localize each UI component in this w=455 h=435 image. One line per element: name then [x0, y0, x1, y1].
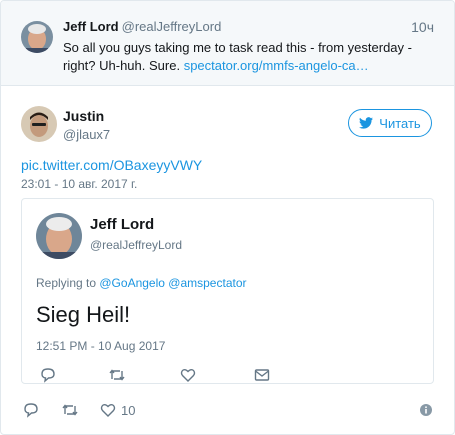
tweet-link[interactable]: spectator.org/mmfs-angelo-ca… — [184, 58, 369, 73]
tweet-timestamp[interactable]: 10ч — [411, 19, 434, 35]
retweet-icon — [109, 369, 125, 381]
replying-prefix: Replying to — [36, 276, 100, 290]
message-icon — [254, 369, 270, 381]
reply-icon[interactable] — [23, 402, 39, 418]
heart-icon — [180, 369, 196, 382]
author-name[interactable]: Justin — [63, 108, 104, 124]
follow-label: Читать — [379, 115, 421, 131]
avatar — [36, 213, 82, 259]
replying-to: Replying to @GoAngelo @amspectator — [36, 276, 247, 290]
quoted-tweet-image[interactable]: Jeff Lord @realJeffreyLord Replying to @… — [21, 198, 434, 384]
author-handle[interactable]: @jlaux7 — [63, 127, 110, 142]
quoted-author-handle: @realJeffreyLord — [90, 238, 183, 252]
like-icon[interactable] — [100, 402, 116, 418]
author-name[interactable]: Jeff Lord — [63, 19, 119, 34]
quoted-action-bar — [36, 367, 416, 385]
tweet-media-link[interactable]: pic.twitter.com/OBaxeyyVWY — [21, 157, 202, 173]
like-count[interactable]: 10 — [121, 403, 135, 418]
quoted-author-name: Jeff Lord — [90, 216, 155, 233]
author-handle[interactable]: @realJeffreyLord — [122, 19, 222, 34]
retweet-icon[interactable] — [61, 402, 79, 418]
follow-button[interactable]: Читать — [348, 109, 432, 137]
mention: @amspectator — [168, 276, 247, 290]
parent-tweet-header: Jeff Lord @realJeffreyLord — [63, 19, 221, 34]
embedded-tweet-widget: Jeff Lord @realJeffreyLord 10ч So all you… — [0, 0, 455, 435]
tweet-action-bar: 10 — [21, 401, 434, 421]
reply-icon — [41, 368, 55, 383]
avatar[interactable] — [21, 106, 57, 142]
parent-tweet-text: So all you guys taking me to task read t… — [63, 39, 423, 75]
mention: @GoAngelo — [99, 276, 165, 290]
info-icon[interactable] — [420, 404, 432, 416]
quoted-tweet-date: 12:51 PM - 10 Aug 2017 — [36, 339, 166, 353]
parent-tweet[interactable]: Jeff Lord @realJeffreyLord 10ч So all you… — [1, 1, 454, 86]
twitter-bird-icon — [359, 117, 374, 129]
avatar[interactable] — [21, 21, 53, 53]
quoted-tweet-text: Sieg Heil! — [36, 302, 131, 327]
tweet-date[interactable]: 23:01 - 10 авг. 2017 г. — [21, 177, 137, 191]
